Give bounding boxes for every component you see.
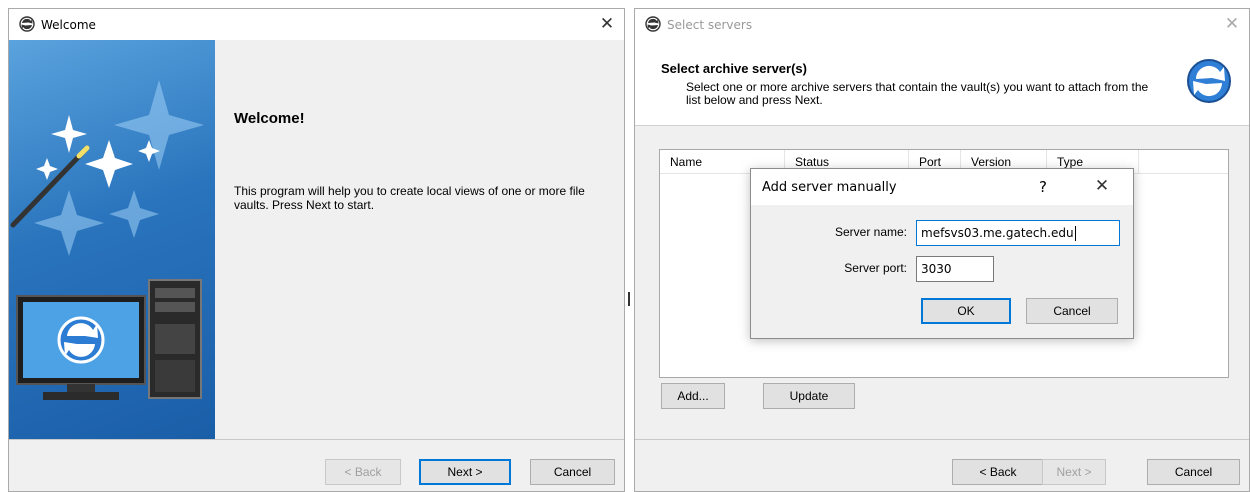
magic-wand-computer-icon xyxy=(10,80,204,400)
cancel-button[interactable]: Cancel xyxy=(1147,459,1240,485)
servers-heading: Select archive server(s) xyxy=(661,61,807,76)
sync-globe-icon xyxy=(19,16,35,32)
sync-globe-icon xyxy=(645,16,661,32)
welcome-footer-divider xyxy=(9,439,624,440)
sync-arrows-icon xyxy=(1187,59,1231,103)
server-name-value: mefsvs03.me.gatech.edu xyxy=(921,226,1074,240)
next-button[interactable]: Next > xyxy=(1042,459,1106,485)
back-button[interactable]: < Back xyxy=(325,459,401,485)
server-name-label: Server name: xyxy=(834,225,907,239)
welcome-body-text: This program will help you to create loc… xyxy=(234,184,585,212)
help-button[interactable]: ? xyxy=(1039,178,1047,196)
welcome-title: Welcome xyxy=(41,18,96,32)
dialog-cancel-button[interactable]: Cancel xyxy=(1026,298,1118,324)
server-name-input[interactable]: mefsvs03.me.gatech.edu xyxy=(916,220,1120,246)
dialog-close-button[interactable]: ✕ xyxy=(1091,176,1113,196)
dialog-title: Add server manually xyxy=(762,180,897,195)
cancel-button[interactable]: Cancel xyxy=(530,459,615,485)
next-button[interactable]: Next > xyxy=(419,459,511,485)
servers-footer-divider xyxy=(635,439,1249,440)
servers-title: Select servers xyxy=(667,18,753,32)
welcome-heading: Welcome! xyxy=(234,110,305,127)
add-server-dialog: Add server manually ? ✕ Server name: mef… xyxy=(750,168,1134,339)
add-server-button[interactable]: Add... xyxy=(661,383,725,409)
ok-button[interactable]: OK xyxy=(921,298,1011,324)
welcome-banner xyxy=(9,40,215,439)
server-port-input[interactable]: 3030 xyxy=(916,256,994,282)
servers-titlebar: Select servers ✕ xyxy=(635,9,1249,40)
servers-close-button[interactable]: ✕ xyxy=(1221,13,1243,35)
server-port-label: Server port: xyxy=(844,261,907,275)
welcome-window: Welcome ✕ Welcome! This program will hel… xyxy=(8,8,625,492)
update-button[interactable]: Update xyxy=(763,383,855,409)
welcome-close-button[interactable]: ✕ xyxy=(596,13,618,35)
window-gap-marker xyxy=(628,292,630,306)
back-button[interactable]: < Back xyxy=(952,459,1044,485)
welcome-titlebar: Welcome ✕ xyxy=(9,9,624,40)
text-cursor xyxy=(1074,226,1076,241)
servers-description: Select one or more archive servers that … xyxy=(686,80,1149,107)
dialog-titlebar: Add server manually ? ✕ xyxy=(751,169,1133,205)
